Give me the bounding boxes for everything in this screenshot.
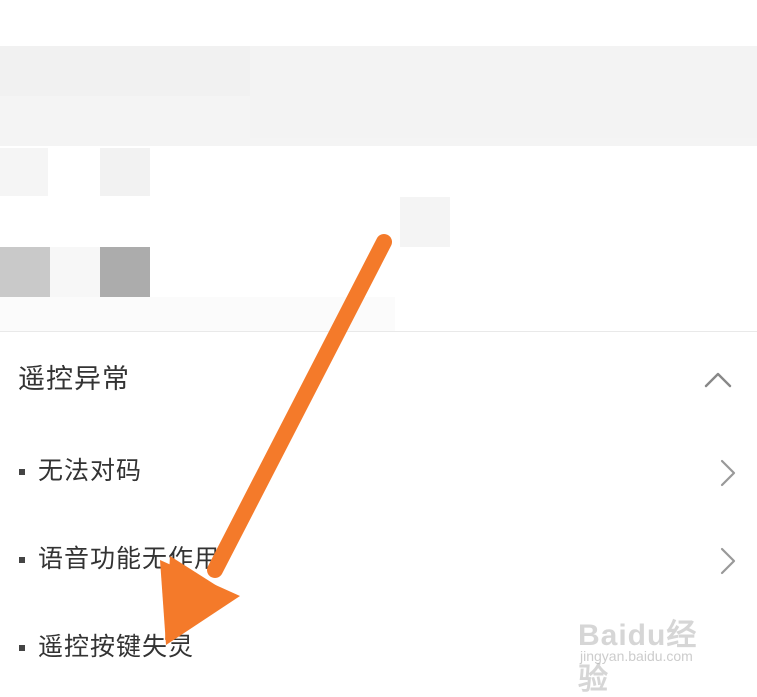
item-label: 无法对码 (38, 456, 143, 485)
watermark-url: jingyan.baidu.com (580, 648, 693, 664)
bullet-icon (19, 645, 25, 651)
chevron-right-icon[interactable] (716, 455, 740, 491)
mosaic-block (100, 148, 150, 196)
list-item[interactable]: 无法对码 (0, 432, 757, 512)
chevron-right-icon[interactable] (716, 543, 740, 579)
mosaic-block (0, 247, 50, 297)
item-label: 遥控按键失灵 (38, 632, 195, 661)
chevron-up-icon[interactable] (702, 364, 734, 396)
mosaic-block (50, 247, 100, 297)
mosaic-block (0, 148, 48, 196)
mosaic-block (100, 247, 150, 297)
mosaic-block (400, 197, 450, 247)
item-label: 语音功能无作用 (38, 544, 221, 573)
screen: 遥控异常 无法对码 语音功能无作用 遥控按键失灵 Baidu经验 jingyan… (0, 0, 757, 697)
mosaic-block (0, 297, 395, 331)
bullet-icon (19, 557, 25, 563)
blurred-header (0, 46, 757, 146)
section-divider (0, 331, 757, 332)
bullet-icon (19, 469, 25, 475)
list-item[interactable]: 语音功能无作用 (0, 520, 757, 600)
baidu-watermark: Baidu经验 jingyan.baidu.com (578, 610, 728, 696)
section-title: 遥控异常 (18, 364, 130, 395)
section-header[interactable]: 遥控异常 (0, 340, 757, 420)
